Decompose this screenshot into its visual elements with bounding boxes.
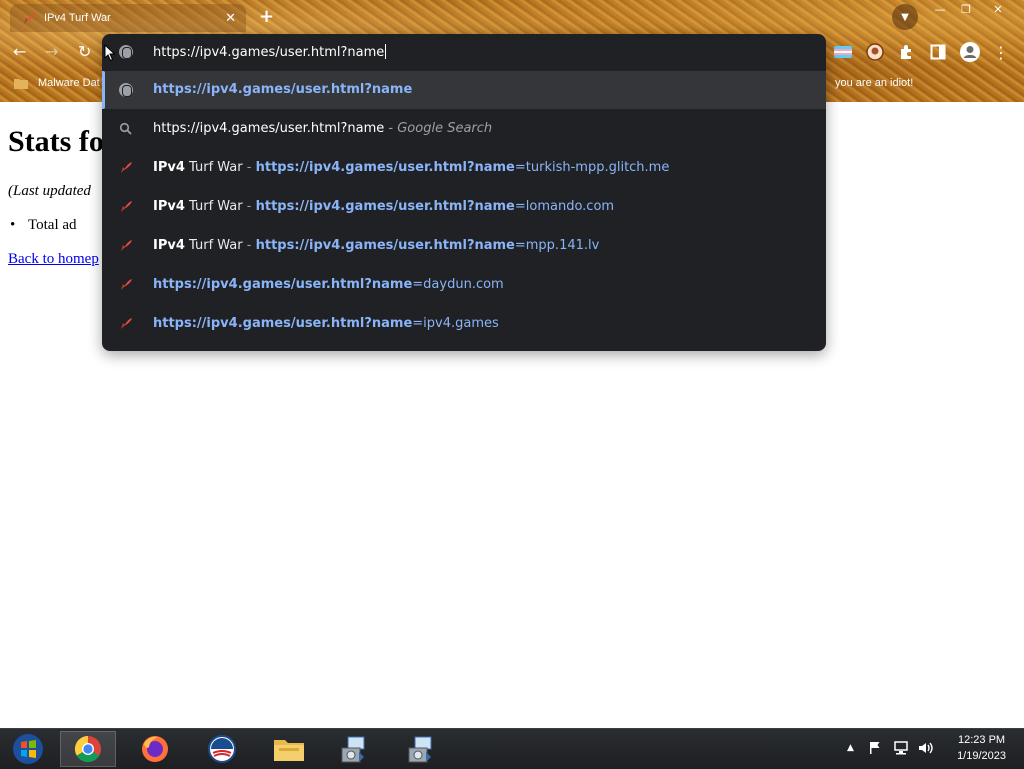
reload-icon[interactable]: ↻ — [78, 42, 91, 61]
separator: - — [242, 160, 256, 175]
suggestion-url[interactable]: https://ipv4.games/user.html?name — [102, 71, 826, 109]
bookmark-idiot[interactable]: you are an idiot! — [835, 77, 913, 89]
url-bold: https://ipv4.games/user.html?name — [153, 316, 413, 331]
bookmark-malware[interactable]: Malware Dat — [38, 77, 100, 89]
globe-icon — [119, 45, 133, 59]
restore-button[interactable]: ❐ — [954, 0, 978, 18]
tab-search-chevron-icon[interactable]: ▼ — [892, 4, 918, 30]
rocket-favicon-icon — [119, 239, 133, 253]
side-panel-icon[interactable] — [927, 41, 949, 63]
forward-arrow-icon[interactable]: → — [45, 42, 58, 61]
title-bold: IPv4 — [153, 160, 185, 175]
url-rest: =ipv4.games — [412, 316, 499, 331]
search-icon — [119, 122, 133, 136]
chrome-icon — [74, 735, 101, 763]
suggestion-url-text: https://ipv4.games/user.html?name — [153, 82, 413, 97]
close-window-button[interactable]: ✕ — [986, 0, 1010, 18]
url-rest: =mpp.141.lv — [514, 238, 600, 253]
last-updated-text: (Last updated — [8, 183, 91, 199]
back-to-homepage-link[interactable]: Back to homep — [8, 251, 99, 268]
suggestion-history-1[interactable]: IPv4 Turf War - https://ipv4.games/user.… — [102, 149, 826, 187]
url-bold: https://ipv4.games/user.html?name — [255, 160, 515, 175]
new-tab-plus-icon[interactable]: + — [259, 6, 274, 27]
omnibox-dropdown: https://ipv4.games/user.html?name https:… — [102, 34, 826, 351]
url-bold: https://ipv4.games/user.html?name — [255, 199, 515, 214]
installer-taskbar-button-2[interactable] — [394, 731, 450, 767]
rocket-favicon-icon — [119, 278, 133, 292]
text-caret — [385, 44, 387, 59]
system-clock[interactable]: 12:23 PM 1/19/2023 — [957, 732, 1006, 764]
suggestion-history-3[interactable]: IPv4 Turf War - https://ipv4.games/user.… — [102, 227, 826, 265]
suggestion-history-2[interactable]: IPv4 Turf War - https://ipv4.games/user.… — [102, 188, 826, 226]
installer-icon — [408, 736, 432, 763]
volume-icon[interactable] — [918, 741, 934, 758]
title-bold: IPv4 — [153, 238, 185, 253]
url-bold: https://ipv4.games/user.html?name — [255, 238, 515, 253]
tab-title: IPv4 Turf War — [44, 12, 111, 24]
url-rest: =daydun.com — [412, 277, 504, 292]
rocket-favicon-icon — [119, 200, 133, 214]
search-suffix: - Google Search — [384, 121, 493, 136]
title-bold: IPv4 — [153, 199, 185, 214]
url-rest: =turkish-mpp.glitch.me — [514, 160, 670, 175]
installer-icon — [341, 736, 365, 763]
menu-kebab-icon[interactable]: ⋮ — [993, 41, 1009, 63]
action-center-flag-icon[interactable] — [868, 741, 882, 758]
rocket-favicon-icon — [119, 161, 133, 175]
suggestion-history-4[interactable]: https://ipv4.games/user.html?name=daydun… — [102, 266, 826, 304]
page-title: Stats fo — [8, 125, 104, 158]
address-bar[interactable]: https://ipv4.games/user.html?name — [102, 34, 826, 70]
url-bold: https://ipv4.games/user.html?name — [153, 277, 413, 292]
taskbar: ▲ 12:23 PM 1/19/2023 — [0, 728, 1024, 769]
suggestion-search[interactable]: https://ipv4.games/user.html?name - Goog… — [102, 110, 826, 148]
chrome-taskbar-button[interactable] — [60, 731, 116, 767]
separator: - — [242, 238, 256, 253]
show-hidden-icons-chevron-icon[interactable]: ▲ — [847, 743, 854, 753]
suggestion-history-5[interactable]: https://ipv4.games/user.html?name=ipv4.g… — [102, 305, 826, 343]
minimize-button[interactable]: — — [928, 0, 952, 18]
bookmark-folder-icon — [14, 77, 28, 92]
mouse-cursor-icon — [104, 44, 116, 62]
separator: - — [242, 199, 256, 214]
folder-icon — [274, 740, 304, 761]
tab-ipv4-turf-war[interactable]: IPv4 Turf War ✕ — [10, 4, 246, 32]
profile-icon[interactable] — [958, 41, 982, 63]
installer-taskbar-button-1[interactable] — [327, 731, 383, 767]
flag-extension-icon[interactable] — [832, 41, 854, 63]
search-query: https://ipv4.games/user.html?name — [153, 121, 385, 136]
globe-icon — [119, 83, 133, 97]
clock-time: 12:23 PM — [957, 734, 1006, 746]
start-button[interactable] — [0, 731, 56, 767]
address-input: https://ipv4.games/user.html?name — [153, 44, 387, 60]
rocket-favicon-icon — [119, 317, 133, 331]
extensions-puzzle-icon[interactable] — [895, 41, 917, 63]
title-rest: Turf War — [184, 238, 243, 253]
network-icon[interactable] — [893, 741, 909, 758]
obama-logo-icon — [208, 735, 236, 763]
url-rest: =lomando.com — [514, 199, 615, 214]
title-rest: Turf War — [184, 160, 243, 175]
file-explorer-taskbar-button[interactable] — [261, 731, 317, 767]
tab-close-icon[interactable]: ✕ — [225, 11, 236, 26]
firefox-icon — [142, 736, 168, 762]
obama-logo-taskbar-button[interactable] — [194, 731, 250, 767]
total-stat-item: Total ad — [10, 217, 76, 234]
back-arrow-icon[interactable]: ← — [13, 42, 26, 61]
avatar-extension-icon[interactable] — [864, 41, 886, 63]
firefox-taskbar-button[interactable] — [127, 731, 183, 767]
rocket-favicon-icon — [22, 11, 36, 25]
title-rest: Turf War — [184, 199, 243, 214]
clock-date: 1/19/2023 — [957, 750, 1006, 762]
